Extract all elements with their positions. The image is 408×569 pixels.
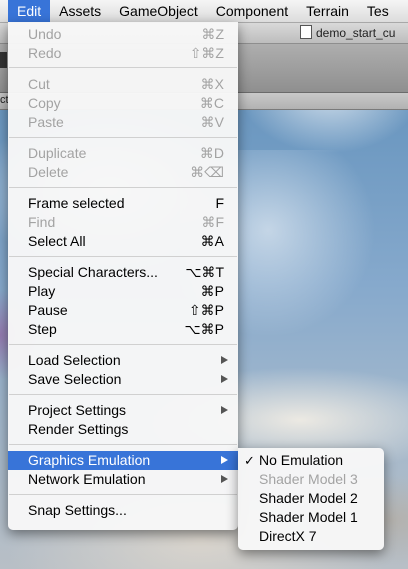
submenu-arrow-icon <box>221 356 228 364</box>
menu-edit[interactable]: Edit <box>8 0 51 22</box>
menu-item-special-characters[interactable]: Special Characters... ⌥⌘T <box>8 263 238 282</box>
menu-gameobject[interactable]: GameObject <box>110 0 207 22</box>
document-icon <box>300 25 312 39</box>
menu-separator <box>9 137 237 138</box>
menu-item-step[interactable]: Step ⌥⌘P <box>8 320 238 339</box>
edit-menu: Undo ⌘Z Redo ⇧⌘Z Cut ⌘X Copy ⌘C Paste ⌘V… <box>8 22 238 530</box>
menu-item-graphics-emulation[interactable]: Graphics Emulation <box>8 451 238 470</box>
menu-item-duplicate[interactable]: Duplicate ⌘D <box>8 144 238 163</box>
menu-test-cut[interactable]: Tes <box>358 0 398 22</box>
menu-item-render-settings[interactable]: Render Settings <box>8 420 238 439</box>
checkmark-icon: ✓ <box>244 453 255 468</box>
menu-terrain[interactable]: Terrain <box>297 0 358 22</box>
menu-item-paste[interactable]: Paste ⌘V <box>8 113 238 132</box>
menu-item-redo[interactable]: Redo ⇧⌘Z <box>8 44 238 63</box>
menu-item-project-settings[interactable]: Project Settings <box>8 401 238 420</box>
menu-separator <box>9 394 237 395</box>
submenu-item-no-emulation[interactable]: ✓ No Emulation <box>238 451 384 470</box>
menu-item-save-selection[interactable]: Save Selection <box>8 370 238 389</box>
menu-item-frame-selected[interactable]: Frame selected F <box>8 194 238 213</box>
menu-item-find[interactable]: Find ⌘F <box>8 213 238 232</box>
menu-component[interactable]: Component <box>207 0 297 22</box>
window-title: demo_start_cu <box>300 25 395 40</box>
menu-separator <box>9 344 237 345</box>
menu-item-network-emulation[interactable]: Network Emulation <box>8 470 238 489</box>
menu-separator <box>9 444 237 445</box>
menu-item-pause[interactable]: Pause ⇧⌘P <box>8 301 238 320</box>
menu-item-load-selection[interactable]: Load Selection <box>8 351 238 370</box>
submenu-arrow-icon <box>221 406 228 414</box>
menu-item-cut[interactable]: Cut ⌘X <box>8 75 238 94</box>
toolbar-tool-stub[interactable] <box>0 52 7 68</box>
submenu-item-directx-7[interactable]: DirectX 7 <box>238 527 384 546</box>
menu-separator <box>9 67 237 68</box>
menu-assets[interactable]: Assets <box>50 0 110 22</box>
submenu-arrow-icon <box>221 456 228 464</box>
submenu-arrow-icon <box>221 475 228 483</box>
menu-bar: Edit Assets GameObject Component Terrain… <box>0 0 408 23</box>
menu-item-snap-settings[interactable]: Snap Settings... <box>8 501 238 520</box>
menu-item-delete[interactable]: Delete ⌘⌫ <box>8 163 238 182</box>
menu-item-copy[interactable]: Copy ⌘C <box>8 94 238 113</box>
menu-item-play[interactable]: Play ⌘P <box>8 282 238 301</box>
graphics-emulation-submenu: ✓ No Emulation Shader Model 3 Shader Mod… <box>238 448 384 550</box>
submenu-item-shader-model-2[interactable]: Shader Model 2 <box>238 489 384 508</box>
menu-item-undo[interactable]: Undo ⌘Z <box>8 25 238 44</box>
submenu-item-shader-model-1[interactable]: Shader Model 1 <box>238 508 384 527</box>
menu-separator <box>9 256 237 257</box>
submenu-arrow-icon <box>221 375 228 383</box>
submenu-item-shader-model-3[interactable]: Shader Model 3 <box>238 470 384 489</box>
menu-separator <box>9 187 237 188</box>
menu-separator <box>9 494 237 495</box>
menu-item-select-all[interactable]: Select All ⌘A <box>8 232 238 251</box>
